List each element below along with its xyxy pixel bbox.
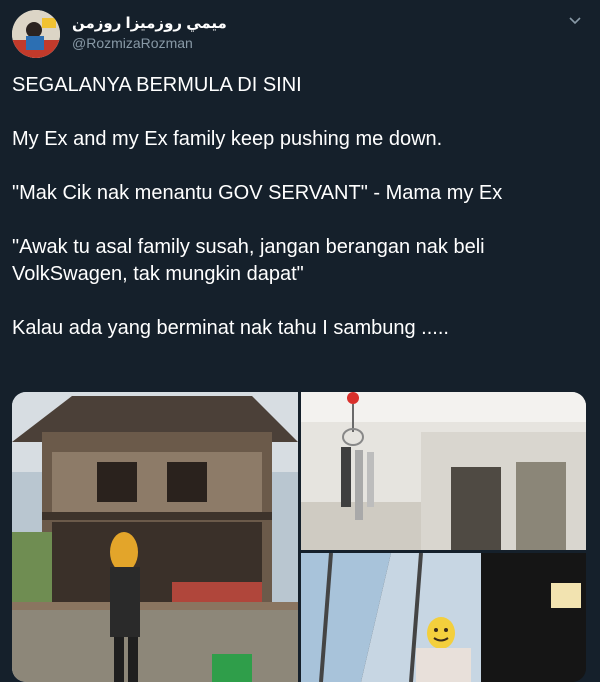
avatar-icon bbox=[12, 10, 60, 58]
chevron-down-icon[interactable] bbox=[568, 14, 582, 28]
tweet-line: "Awak tu asal family susah, jangan beran… bbox=[12, 236, 491, 285]
house-keys-photo[interactable] bbox=[301, 392, 586, 550]
old-wooden-house-photo[interactable] bbox=[12, 392, 298, 682]
selfie-in-new-house-photo[interactable] bbox=[301, 553, 586, 682]
tweet-line: "Mak Cik nak menantu GOV SERVANT" - Mama… bbox=[12, 182, 503, 204]
tweet-header: ميمي روزميزا روزمن @RozmizaRozman bbox=[12, 8, 588, 60]
user-handle[interactable]: @RozmizaRozman bbox=[72, 35, 227, 51]
tweet-line: Kalau ada yang berminat nak tahu I sambu… bbox=[12, 317, 449, 339]
display-name[interactable]: ميمي روزميزا روزمن bbox=[72, 14, 227, 32]
avatar[interactable] bbox=[12, 10, 60, 58]
media-grid bbox=[12, 392, 586, 682]
tweet-line: My Ex and my Ex family keep pushing me d… bbox=[12, 128, 443, 150]
tweet-line: SEGALANYA BERMULA DI SINI bbox=[12, 74, 302, 96]
tweet-text: SEGALANYA BERMULA DI SINI My Ex and my E… bbox=[12, 72, 588, 369]
